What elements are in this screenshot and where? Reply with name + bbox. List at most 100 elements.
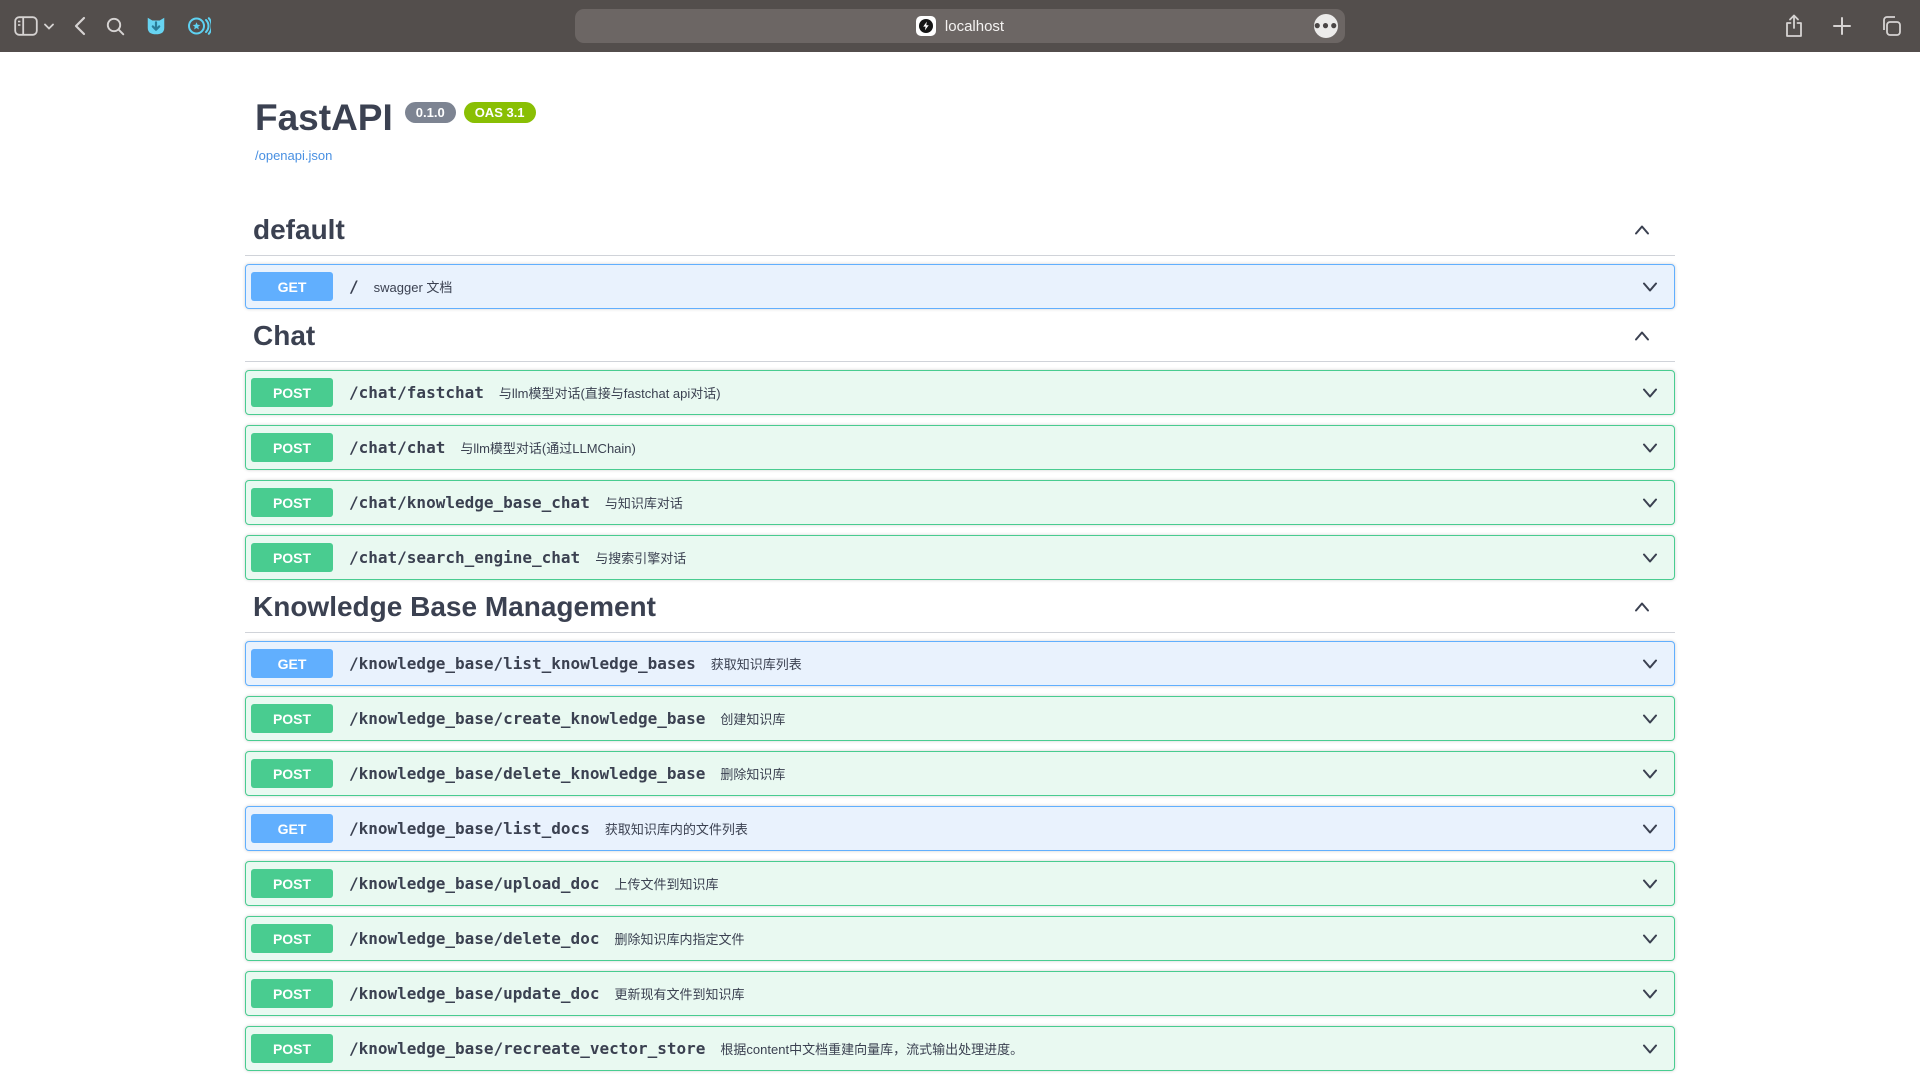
method-badge: POST <box>251 704 333 733</box>
method-badge: POST <box>251 979 333 1008</box>
expand-chevron-down-icon[interactable] <box>1639 547 1661 569</box>
browser-window: localhost ●●● <box>0 0 1920 1080</box>
method-badge: POST <box>251 433 333 462</box>
endpoint-description: 根据content中文档重建向量库，流式输出处理进度。 <box>720 1039 1023 1058</box>
expand-chevron-down-icon[interactable] <box>1639 492 1661 514</box>
address-bar-content: localhost <box>916 16 1004 36</box>
endpoint-row[interactable]: POST /chat/fastchat 与llm模型对话(直接与fastchat… <box>245 370 1675 415</box>
endpoint-description: 与搜索引擎对话 <box>595 548 686 567</box>
openapi-spec-link[interactable]: /openapi.json <box>255 148 332 163</box>
method-badge: POST <box>251 869 333 898</box>
endpoint-path: /knowledge_base/recreate_vector_store <box>349 1039 705 1058</box>
content-wrapper: FastAPI 0.1.0 OAS 3.1 /openapi.json defa… <box>245 52 1675 1071</box>
oas-badge: OAS 3.1 <box>464 102 536 123</box>
section-title: Knowledge Base Management <box>253 590 656 624</box>
endpoint-path: /knowledge_base/delete_doc <box>349 929 599 948</box>
section-header[interactable]: Chat <box>245 319 1675 362</box>
endpoint-description: 创建知识库 <box>720 709 785 728</box>
api-sections: default GET / swagger 文档 Chat <box>245 213 1675 1071</box>
expand-chevron-down-icon[interactable] <box>1639 276 1661 298</box>
endpoint-path: /knowledge_base/delete_knowledge_base <box>349 764 705 783</box>
collapse-chevron-up-icon[interactable] <box>1631 325 1653 347</box>
expand-chevron-down-icon[interactable] <box>1639 382 1661 404</box>
endpoint-row[interactable]: POST /knowledge_base/delete_knowledge_ba… <box>245 751 1675 796</box>
sidebar-controls <box>14 16 54 36</box>
endpoint-row[interactable]: POST /knowledge_base/delete_doc 删除知识库内指定… <box>245 916 1675 961</box>
method-badge: POST <box>251 1034 333 1063</box>
expand-chevron-down-icon[interactable] <box>1639 928 1661 950</box>
expand-chevron-down-icon[interactable] <box>1639 437 1661 459</box>
method-badge: GET <box>251 649 333 678</box>
endpoint-description: 获取知识库内的文件列表 <box>605 819 748 838</box>
fastapi-favicon <box>916 16 936 36</box>
section-header[interactable]: Knowledge Base Management <box>245 590 1675 633</box>
endpoint-path: /chat/search_engine_chat <box>349 548 580 567</box>
section-endpoints: GET / swagger 文档 <box>245 264 1675 309</box>
endpoint-description: 获取知识库列表 <box>711 654 802 673</box>
endpoint-description: 与知识库对话 <box>605 493 683 512</box>
section-title: default <box>253 213 345 247</box>
endpoint-description: swagger 文档 <box>374 277 453 296</box>
extension-broadcast-icon[interactable] <box>187 15 211 37</box>
expand-chevron-down-icon[interactable] <box>1639 763 1661 785</box>
endpoint-row[interactable]: GET /knowledge_base/list_docs 获取知识库内的文件列… <box>245 806 1675 851</box>
endpoint-path: /chat/chat <box>349 438 445 457</box>
expand-chevron-down-icon[interactable] <box>1639 983 1661 1005</box>
version-badge: 0.1.0 <box>405 102 456 123</box>
method-badge: POST <box>251 488 333 517</box>
method-badge: GET <box>251 272 333 301</box>
endpoint-path: /chat/knowledge_base_chat <box>349 493 590 512</box>
endpoint-row[interactable]: POST /knowledge_base/recreate_vector_sto… <box>245 1026 1675 1071</box>
section-header[interactable]: default <box>245 213 1675 256</box>
endpoint-path: /knowledge_base/list_knowledge_bases <box>349 654 696 673</box>
expand-chevron-down-icon[interactable] <box>1639 708 1661 730</box>
expand-chevron-down-icon[interactable] <box>1639 1038 1661 1060</box>
collapse-chevron-up-icon[interactable] <box>1631 596 1653 618</box>
endpoint-description: 上传文件到知识库 <box>614 874 718 893</box>
api-section: default GET / swagger 文档 <box>245 213 1675 309</box>
endpoint-row[interactable]: POST /knowledge_base/upload_doc 上传文件到知识库 <box>245 861 1675 906</box>
back-icon[interactable] <box>74 16 86 36</box>
search-icon[interactable] <box>106 17 125 36</box>
endpoint-path: /knowledge_base/upload_doc <box>349 874 599 893</box>
page-more-ellipsis-icon[interactable]: ●●● <box>1314 14 1338 38</box>
method-badge: POST <box>251 543 333 572</box>
api-info: FastAPI 0.1.0 OAS 3.1 /openapi.json <box>245 52 1675 165</box>
endpoint-path: /knowledge_base/update_doc <box>349 984 599 1003</box>
expand-chevron-down-icon[interactable] <box>1639 818 1661 840</box>
endpoint-row[interactable]: POST /chat/chat 与llm模型对话(通过LLMChain) <box>245 425 1675 470</box>
endpoint-row[interactable]: POST /knowledge_base/create_knowledge_ba… <box>245 696 1675 741</box>
endpoint-description: 删除知识库内指定文件 <box>614 929 744 948</box>
toolbar-right-group <box>1784 0 1902 52</box>
method-badge: POST <box>251 924 333 953</box>
sidebar-menu-chevron-icon[interactable] <box>44 23 54 30</box>
title-line: FastAPI 0.1.0 OAS 3.1 <box>245 96 1675 140</box>
extension-shield-icon[interactable] <box>145 15 167 37</box>
endpoint-path: /knowledge_base/list_docs <box>349 819 590 838</box>
collapse-chevron-up-icon[interactable] <box>1631 219 1653 241</box>
endpoint-row[interactable]: GET /knowledge_base/list_knowledge_bases… <box>245 641 1675 686</box>
endpoint-row[interactable]: POST /chat/search_engine_chat 与搜索引擎对话 <box>245 535 1675 580</box>
tabs-overview-icon[interactable] <box>1880 15 1902 37</box>
share-icon[interactable] <box>1784 14 1804 38</box>
endpoint-row[interactable]: POST /knowledge_base/update_doc 更新现有文件到知… <box>245 971 1675 1016</box>
title-badges: 0.1.0 OAS 3.1 <box>405 102 536 123</box>
expand-chevron-down-icon[interactable] <box>1639 873 1661 895</box>
endpoint-path: /knowledge_base/create_knowledge_base <box>349 709 705 728</box>
endpoint-row[interactable]: GET / swagger 文档 <box>245 264 1675 309</box>
api-section: Chat POST /chat/fastchat 与llm模型对话(直接与fas… <box>245 319 1675 580</box>
endpoint-description: 与llm模型对话(通过LLMChain) <box>460 438 636 457</box>
toolbar-left-group <box>14 0 211 52</box>
section-endpoints: GET /knowledge_base/list_knowledge_bases… <box>245 641 1675 1071</box>
new-tab-icon[interactable] <box>1832 16 1852 36</box>
address-bar[interactable]: localhost ●●● <box>575 9 1345 43</box>
endpoint-row[interactable]: POST /chat/knowledge_base_chat 与知识库对话 <box>245 480 1675 525</box>
section-title: Chat <box>253 319 315 353</box>
swagger-page: FastAPI 0.1.0 OAS 3.1 /openapi.json defa… <box>0 52 1920 1080</box>
endpoint-description: 更新现有文件到知识库 <box>614 984 744 1003</box>
expand-chevron-down-icon[interactable] <box>1639 653 1661 675</box>
page-title: FastAPI <box>255 96 393 140</box>
method-badge: POST <box>251 378 333 407</box>
method-badge: POST <box>251 759 333 788</box>
sidebar-toggle-icon[interactable] <box>14 16 38 36</box>
